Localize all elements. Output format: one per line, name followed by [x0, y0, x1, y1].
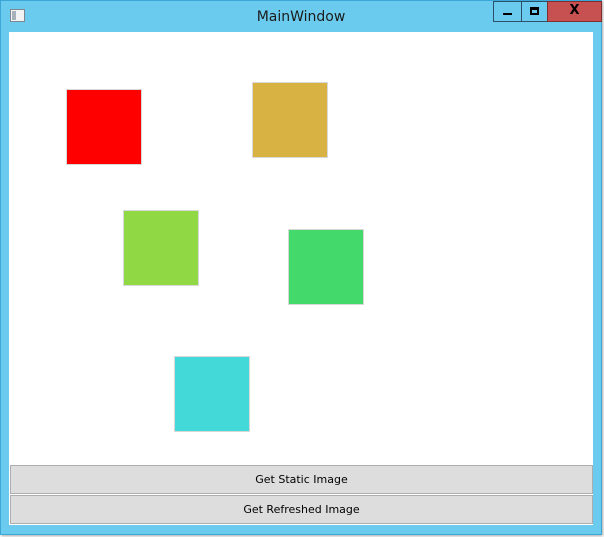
- gold-square: [252, 82, 328, 158]
- close-icon: X: [569, 3, 580, 18]
- green-square: [288, 229, 364, 305]
- minimize-button[interactable]: [493, 1, 522, 22]
- get-static-image-button[interactable]: Get Static Image: [10, 465, 593, 494]
- title-bar[interactable]: MainWindow X: [1, 1, 602, 32]
- maximize-button[interactable]: [521, 1, 548, 22]
- maximize-icon: [530, 7, 539, 15]
- get-refreshed-image-button[interactable]: Get Refreshed Image: [10, 495, 593, 524]
- cyan-square: [174, 356, 250, 432]
- lime-square: [123, 210, 199, 286]
- minimize-icon: [503, 13, 512, 15]
- main-window: MainWindow X Get Static Image Get Refres…: [0, 0, 602, 535]
- red-square: [66, 89, 142, 165]
- close-button[interactable]: X: [547, 1, 602, 22]
- client-area: Get Static Image Get Refreshed Image: [9, 32, 593, 525]
